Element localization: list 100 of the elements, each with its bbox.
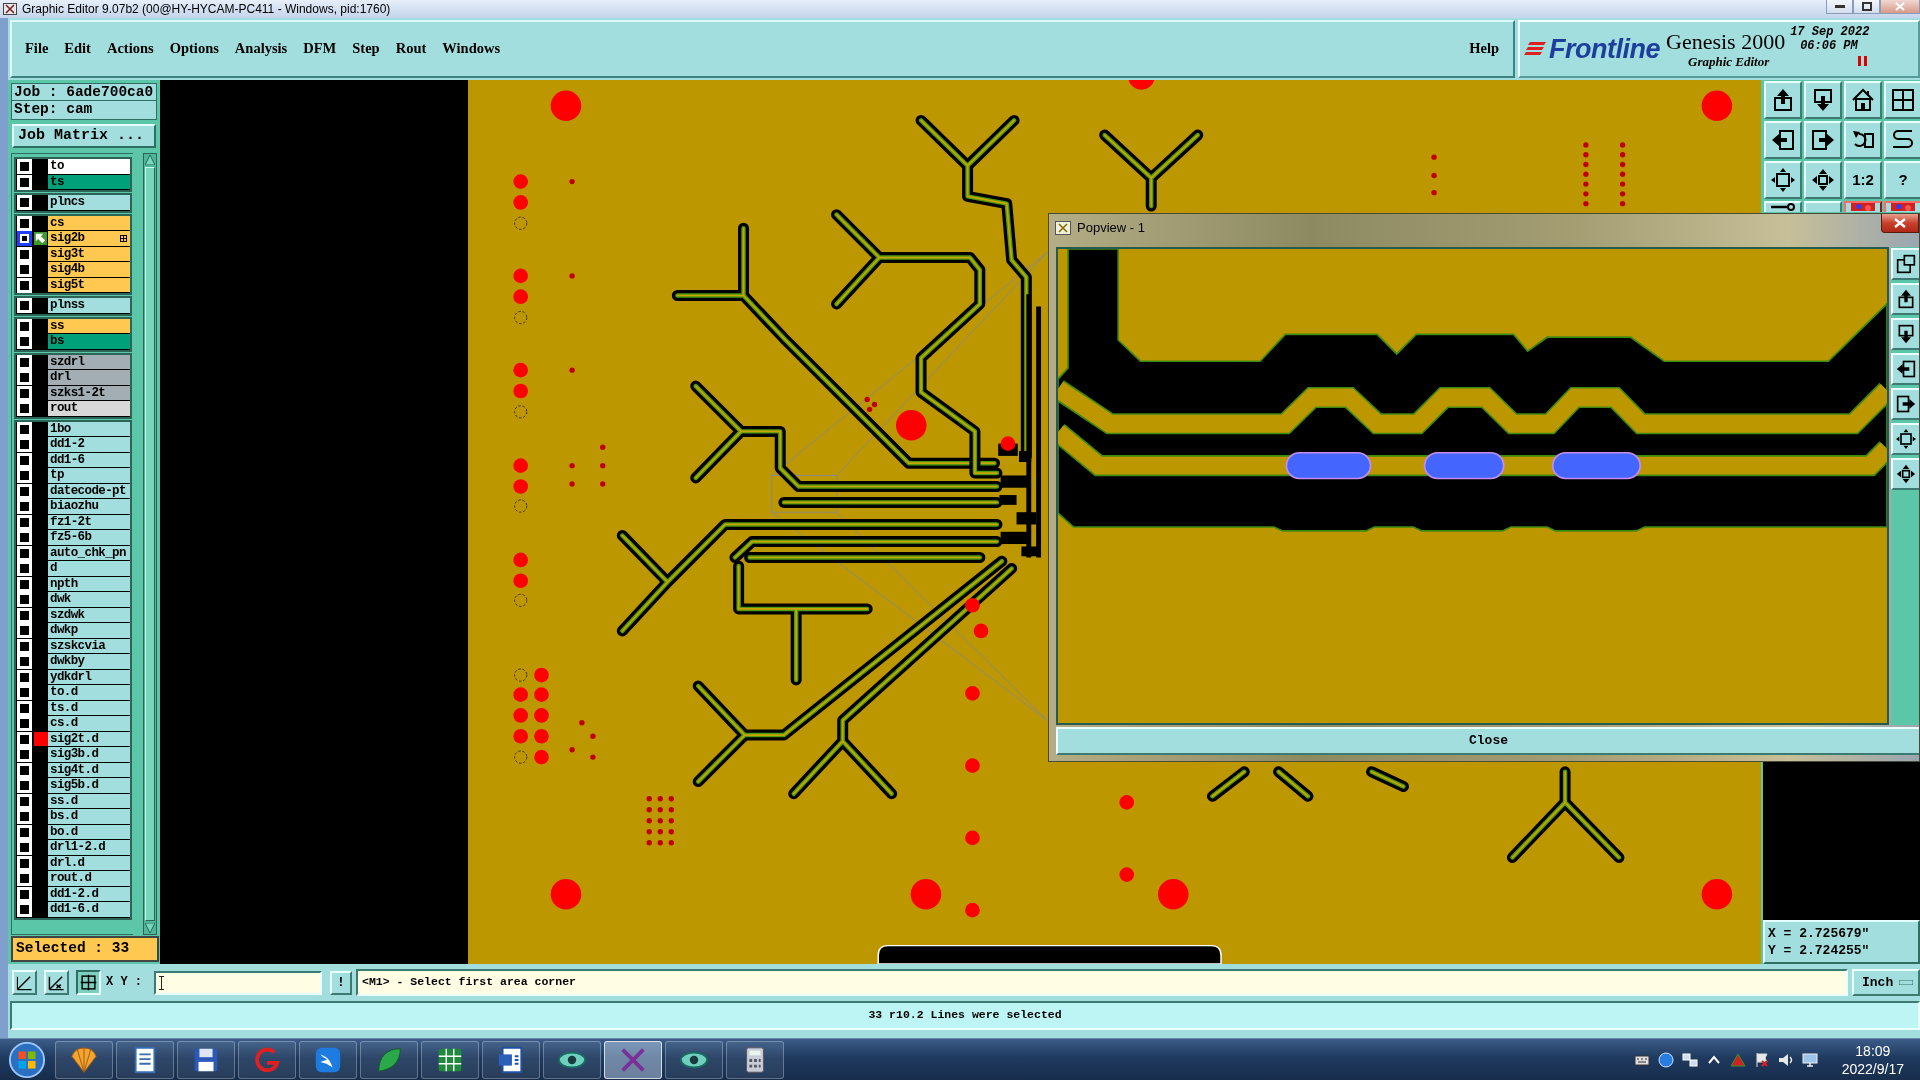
- menu-item[interactable]: Windows: [434, 39, 509, 59]
- taskbar-app-button[interactable]: [726, 1040, 784, 1079]
- box-arrow-up-icon: [1771, 88, 1795, 112]
- crosshair-icon: [80, 974, 97, 991]
- dropdown-indicator-icon: [1899, 980, 1914, 985]
- scale-button[interactable]: 1:2: [1844, 161, 1882, 199]
- scroll-down-arrow-icon: [145, 923, 155, 933]
- taskbar-app-button[interactable]: [116, 1040, 174, 1079]
- taskbar-app-button[interactable]: [604, 1040, 662, 1079]
- layer-name[interactable]: dwkby: [48, 654, 130, 670]
- menu-item[interactable]: File: [17, 39, 57, 59]
- coordinate-input[interactable]: [154, 970, 322, 995]
- tool-button[interactable]: [76, 970, 101, 995]
- layer-name[interactable]: d: [48, 561, 130, 577]
- close-icon: [1894, 218, 1906, 228]
- y-coordinate: Y = 2.724255": [1768, 942, 1871, 959]
- layer-name[interactable]: cs: [48, 215, 130, 231]
- close-icon: [1895, 2, 1905, 11]
- menu-item[interactable]: Options: [161, 39, 227, 59]
- layer-name[interactable]: biaozhu: [48, 499, 130, 515]
- layer-name[interactable]: sig4b: [48, 262, 130, 278]
- menu-item[interactable]: Analysis: [226, 39, 296, 59]
- seashell-icon: [69, 1044, 99, 1075]
- layer-name[interactable]: rout.d: [48, 871, 130, 887]
- taskbar-time: 18:09: [1855, 1041, 1891, 1060]
- units-dropdown[interactable]: Inch: [1852, 969, 1920, 996]
- layer-name[interactable]: rout: [48, 401, 130, 417]
- zoom-arrows-icon: [1811, 168, 1835, 192]
- layer-name[interactable]: ss: [48, 318, 130, 334]
- taskbar-app-button[interactable]: [665, 1040, 723, 1079]
- flag-icon: [1753, 1051, 1770, 1068]
- prompt-button[interactable]: !: [330, 970, 352, 995]
- menu-item[interactable]: DFM: [295, 39, 345, 59]
- menu-item[interactable]: Help: [1461, 39, 1507, 59]
- message-field: <M1> - Select first area corner: [356, 969, 1848, 996]
- box-arrow-down-icon: [1811, 88, 1835, 112]
- layer-name[interactable]: to.d: [48, 685, 130, 701]
- angle-cross-icon: [48, 974, 65, 991]
- fit-arrows-icon: [1896, 429, 1916, 449]
- layer-name[interactable]: to: [48, 159, 130, 175]
- menu-item[interactable]: Step: [344, 39, 388, 59]
- layer-name[interactable]: dwkp: [48, 623, 130, 639]
- speaker-icon: [1777, 1051, 1794, 1068]
- layer-name[interactable]: sig2b: [48, 231, 130, 247]
- job-matrix-button[interactable]: Job Matrix ...: [12, 124, 156, 148]
- taskbar-app-button[interactable]: [177, 1040, 235, 1079]
- app-icon: [1055, 221, 1071, 235]
- layer-name[interactable]: bs.d: [48, 809, 130, 825]
- layer-name[interactable]: dd1-2: [48, 437, 130, 453]
- job-label: Job : 6ade700ca0: [11, 83, 157, 101]
- scrollbar-thumb[interactable]: [145, 167, 155, 921]
- fit-arrows-icon: [1771, 168, 1795, 192]
- layer-name[interactable]: sig5b.d: [48, 778, 130, 794]
- layer-name[interactable]: drl1-2.d: [48, 840, 130, 856]
- layer-name[interactable]: dd1-6.d: [48, 902, 130, 918]
- overlapping-squares-icon: [1681, 1051, 1698, 1068]
- layer-name[interactable]: fz5-6b: [48, 530, 130, 546]
- layer-name[interactable]: dwk: [48, 592, 130, 608]
- circle-icon: [1657, 1051, 1674, 1068]
- step-label: Step: cam: [11, 101, 157, 120]
- layer-name[interactable]: plnss: [48, 298, 130, 314]
- layer-name[interactable]: 1bo: [48, 421, 130, 437]
- box-arrow-right-icon: [1896, 394, 1916, 414]
- taskbar-app-button[interactable]: [543, 1040, 601, 1079]
- selection-count: Selected : 33: [11, 936, 159, 962]
- taskbar-app-button[interactable]: [299, 1040, 357, 1079]
- box-arrow-left-icon: [1896, 359, 1916, 379]
- grid-icon: [1891, 88, 1915, 112]
- overlapping-squares-icon: [1896, 254, 1916, 274]
- maximize-button[interactable]: [1853, 0, 1880, 14]
- taskbar-app-button[interactable]: [482, 1040, 540, 1079]
- product-name: Genesis 2000: [1666, 30, 1786, 54]
- layer-name[interactable]: bs: [48, 334, 130, 350]
- layer-name[interactable]: sig3b.d: [48, 747, 130, 763]
- layer-checkbox[interactable]: [17, 231, 32, 247]
- minimize-button[interactable]: [1826, 0, 1853, 14]
- layer-name[interactable]: tp: [48, 468, 130, 484]
- box-arrow-left-icon: [1771, 128, 1795, 152]
- layer-name[interactable]: drl: [48, 370, 130, 386]
- taskbar-app-button[interactable]: [421, 1040, 479, 1079]
- layer-name[interactable]: plncs: [48, 195, 130, 211]
- close-button[interactable]: [1881, 214, 1919, 233]
- zoom-arrows-icon: [1896, 464, 1916, 484]
- layer-name[interactable]: cs.d: [48, 716, 130, 732]
- scrollbar-track[interactable]: [143, 153, 157, 935]
- clock-time: 06:06 PM: [1800, 39, 1859, 53]
- help-button[interactable]: ?: [1884, 161, 1920, 199]
- maximize-icon: [1861, 2, 1872, 11]
- taskbar-app-button[interactable]: [55, 1040, 113, 1079]
- menu-item[interactable]: Actions: [98, 39, 162, 59]
- app-icon: [3, 3, 17, 15]
- house-icon: [1851, 88, 1875, 112]
- menu-item[interactable]: Rout: [387, 39, 435, 59]
- layer-name[interactable]: szdrl: [48, 354, 130, 370]
- dots-tile-icon: [1851, 203, 1875, 211]
- text-cursor-icon: [159, 975, 164, 990]
- menu-item[interactable]: Edit: [56, 39, 99, 59]
- close-button[interactable]: Close: [1056, 727, 1919, 755]
- angle-icon: [16, 974, 33, 991]
- clock-date: 17 Sep 2022: [1790, 25, 1870, 39]
